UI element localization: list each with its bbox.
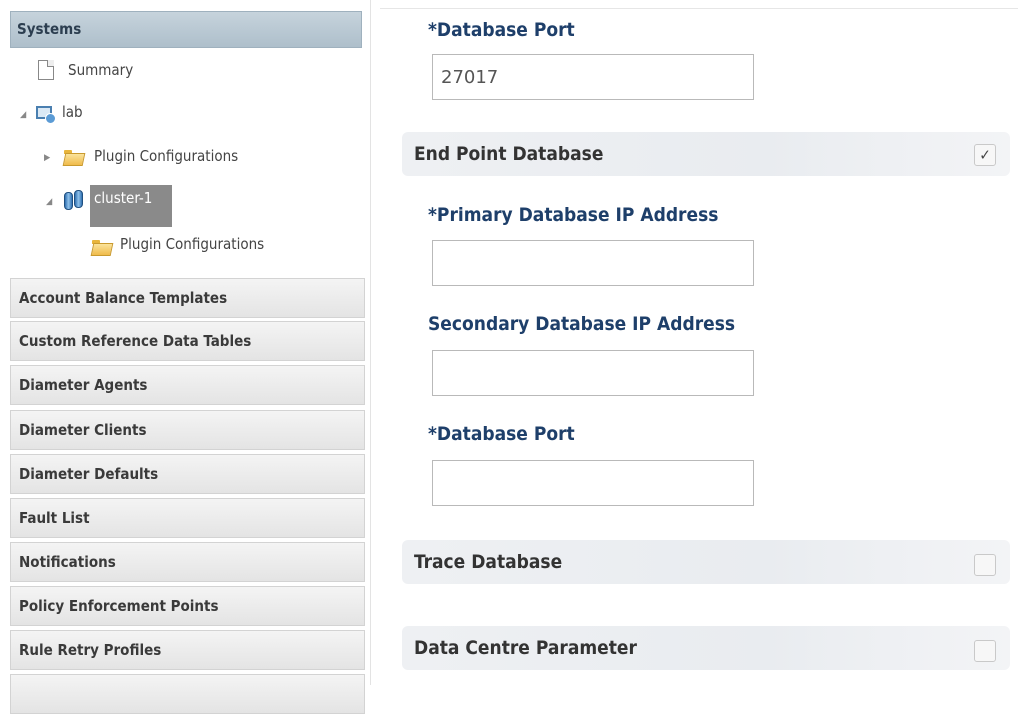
nav-diameter-agents[interactable]: Diameter Agents — [10, 365, 365, 405]
expanded-arrow-icon[interactable]: ◢ — [20, 110, 26, 120]
nav-rule-retry-profiles[interactable]: Rule Retry Profiles — [10, 630, 365, 670]
database-port-input[interactable] — [432, 54, 754, 100]
primary-db-ip-label: *Primary Database IP Address — [428, 204, 719, 226]
folder-icon — [62, 150, 86, 166]
top-divider — [380, 8, 1018, 9]
trace-database-section: Trace Database — [402, 540, 1010, 584]
endpoint-database-port-input[interactable] — [432, 460, 754, 506]
system-monitor-icon — [36, 104, 56, 124]
secondary-db-ip-input[interactable] — [432, 350, 754, 396]
primary-db-ip-input[interactable] — [432, 240, 754, 286]
nav-notifications[interactable]: Notifications — [10, 542, 365, 582]
cluster-icon — [64, 190, 86, 212]
trace-database-checkbox[interactable] — [974, 554, 996, 576]
tree-item-cluster-plugin-configurations[interactable]: Plugin Configurations — [120, 230, 264, 258]
section-title: End Point Database — [414, 143, 604, 165]
tree-item-lab-plugin-configurations[interactable]: Plugin Configurations — [94, 142, 238, 170]
end-point-database-section: End Point Database ✓ — [402, 132, 1010, 176]
nav-diameter-defaults[interactable]: Diameter Defaults — [10, 454, 365, 494]
nav-custom-reference-data-tables[interactable]: Custom Reference Data Tables — [10, 321, 365, 361]
data-centre-parameter-checkbox[interactable] — [974, 640, 996, 662]
tree-item-cluster-selected[interactable]: cluster-1 — [90, 185, 172, 227]
section-title: Data Centre Parameter — [414, 637, 637, 659]
nav-diameter-clients[interactable]: Diameter Clients — [10, 410, 365, 450]
left-navigation: Systems Summary ◢ lab ▶ Plugin Configura… — [0, 0, 371, 714]
systems-header[interactable]: Systems — [10, 11, 362, 48]
nav-fault-list[interactable]: Fault List — [10, 498, 365, 538]
secondary-db-ip-label: Secondary Database IP Address — [428, 313, 736, 335]
end-point-database-checkbox[interactable]: ✓ — [974, 144, 996, 166]
nav-account-balance-templates[interactable]: Account Balance Templates — [10, 278, 365, 318]
section-title: Trace Database — [414, 551, 563, 573]
expanded-arrow-icon[interactable]: ◢ — [46, 197, 52, 207]
nav-policy-enforcement-points[interactable]: Policy Enforcement Points — [10, 586, 365, 626]
folder-icon — [90, 240, 114, 256]
database-port-label: *Database Port — [428, 19, 575, 41]
data-centre-parameter-section: Data Centre Parameter — [402, 626, 1010, 670]
tree-item-lab[interactable]: lab — [62, 98, 83, 126]
nav-item-partial[interactable] — [10, 674, 365, 714]
collapsed-arrow-icon[interactable]: ▶ — [44, 153, 50, 163]
tree-item-summary[interactable]: Summary — [68, 56, 133, 84]
document-icon — [38, 60, 54, 80]
endpoint-database-port-label: *Database Port — [428, 423, 575, 445]
